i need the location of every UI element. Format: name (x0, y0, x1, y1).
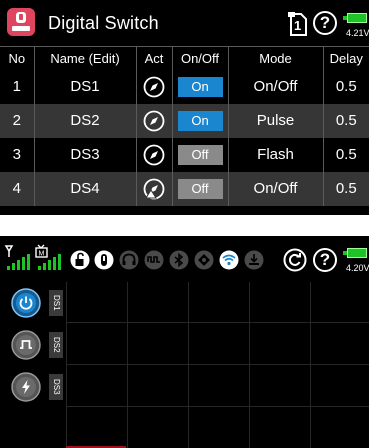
act-cell[interactable] (135, 69, 172, 104)
digital-switch-table: No Name (Edit) Act On/Off Mode Delay 1 D… (0, 46, 369, 206)
onoff-cell: Off (171, 171, 228, 206)
help-icon[interactable]: ? (313, 11, 337, 35)
model-1-icon[interactable]: 1 (287, 11, 309, 37)
row-number: 2 (0, 103, 34, 138)
row-number: 1 (12, 78, 21, 95)
table-row: 2 DS2 On Pulse 0.5 (0, 103, 369, 138)
act-cell[interactable] (135, 103, 172, 138)
compass-icon[interactable] (143, 76, 165, 98)
model-number: 1 (294, 18, 302, 33)
switch-label: DS2 (52, 337, 61, 353)
col-mode-header: Mode (227, 46, 323, 70)
power-icon[interactable] (94, 250, 114, 270)
download-icon[interactable] (244, 250, 264, 270)
battery-voltage: 4.21V (346, 28, 369, 38)
switch-name[interactable]: DS1 (33, 69, 136, 104)
table-row: 1 DS1 On On/Off 0.5 (0, 69, 369, 104)
delay-cell[interactable]: 0.5 (322, 69, 369, 104)
compass-icon[interactable] (143, 144, 165, 166)
col-no-header: No (0, 46, 34, 70)
table-header-row: No Name (Edit) Act On/Off Mode Delay (0, 46, 369, 70)
state-toggle[interactable]: Off (177, 178, 223, 199)
switch-label: DS3 (52, 379, 61, 395)
onoff-cell: Off (171, 137, 228, 172)
switch-tab-ds2[interactable]: DS2 (49, 332, 63, 358)
col-delay-header: Delay (322, 46, 369, 70)
refresh-icon[interactable] (283, 248, 307, 272)
compass-icon[interactable] (143, 110, 165, 132)
switch-app-icon[interactable] (7, 8, 35, 36)
battery-icon: 4.21V (343, 11, 369, 41)
help-icon[interactable]: ? (313, 248, 337, 272)
switch-grid: DS1 DS2 DS3 (0, 282, 369, 448)
battery-icon: 4.20V (343, 246, 369, 276)
state-toggle[interactable]: Off (177, 144, 223, 165)
switch-overlay-panel: M ? 4.20V DS1 DS2 DS3 (0, 236, 369, 448)
compass-warning-icon[interactable] (143, 178, 165, 200)
onoff-cell: On (171, 103, 228, 138)
switch-name[interactable]: DS4 (33, 171, 136, 206)
act-cell[interactable] (135, 171, 172, 206)
mode-cell[interactable]: Flash (227, 137, 323, 172)
state-toggle[interactable]: On (177, 110, 223, 131)
mode-cell[interactable]: On/Off (227, 69, 323, 104)
col-name-header: Name (Edit) (33, 46, 136, 70)
row-number: 4 (0, 171, 34, 206)
switch-label: DS1 (52, 295, 61, 311)
col-act-header: Act (135, 46, 172, 70)
delay-cell[interactable]: 0.5 (322, 103, 369, 138)
digital-switch-panel: Digital Switch 1 ? 4.21V No Name (Edit) … (0, 0, 369, 215)
flash-icon[interactable] (11, 372, 41, 402)
pulse-wave-icon[interactable] (11, 330, 41, 360)
bluetooth-icon[interactable] (169, 250, 189, 270)
mode-cell[interactable]: On/Off (227, 171, 323, 206)
onoff-cell: On (171, 69, 228, 104)
wifi-icon[interactable] (219, 250, 239, 270)
battery-voltage: 4.20V (346, 263, 369, 273)
table-row: 4 DS4 Off On/Off 0.5 (0, 171, 369, 206)
tv-signal-icon: M (35, 244, 61, 270)
table-row: 3 DS3 Off Flash 0.5 (0, 137, 369, 172)
delay-cell[interactable]: 0.5 (322, 137, 369, 172)
row-number: 3 (12, 146, 21, 163)
mode-cell[interactable]: Pulse (227, 103, 323, 138)
switch-tab-ds1[interactable]: DS1 (49, 290, 63, 316)
headset-icon[interactable] (119, 250, 139, 270)
header-bar: Digital Switch 1 ? 4.21V (0, 0, 369, 46)
pulse-icon[interactable] (144, 250, 164, 270)
switch-name[interactable]: DS3 (33, 137, 136, 172)
lock-icon[interactable] (70, 250, 90, 270)
telemetry-icon[interactable] (194, 250, 214, 270)
svg-text:M: M (39, 251, 45, 258)
antenna-signal-icon (4, 245, 30, 270)
act-cell[interactable] (135, 137, 172, 172)
page-title: Digital Switch (48, 13, 159, 33)
switch-tab-ds3[interactable]: DS3 (49, 374, 63, 400)
delay-cell[interactable]: 0.5 (322, 171, 369, 206)
col-onoff-header: On/Off (171, 46, 228, 70)
status-bar: M ? 4.20V (0, 236, 369, 282)
state-toggle[interactable]: On (177, 76, 223, 97)
switch-name[interactable]: DS2 (33, 103, 136, 138)
power-icon[interactable] (11, 288, 41, 318)
